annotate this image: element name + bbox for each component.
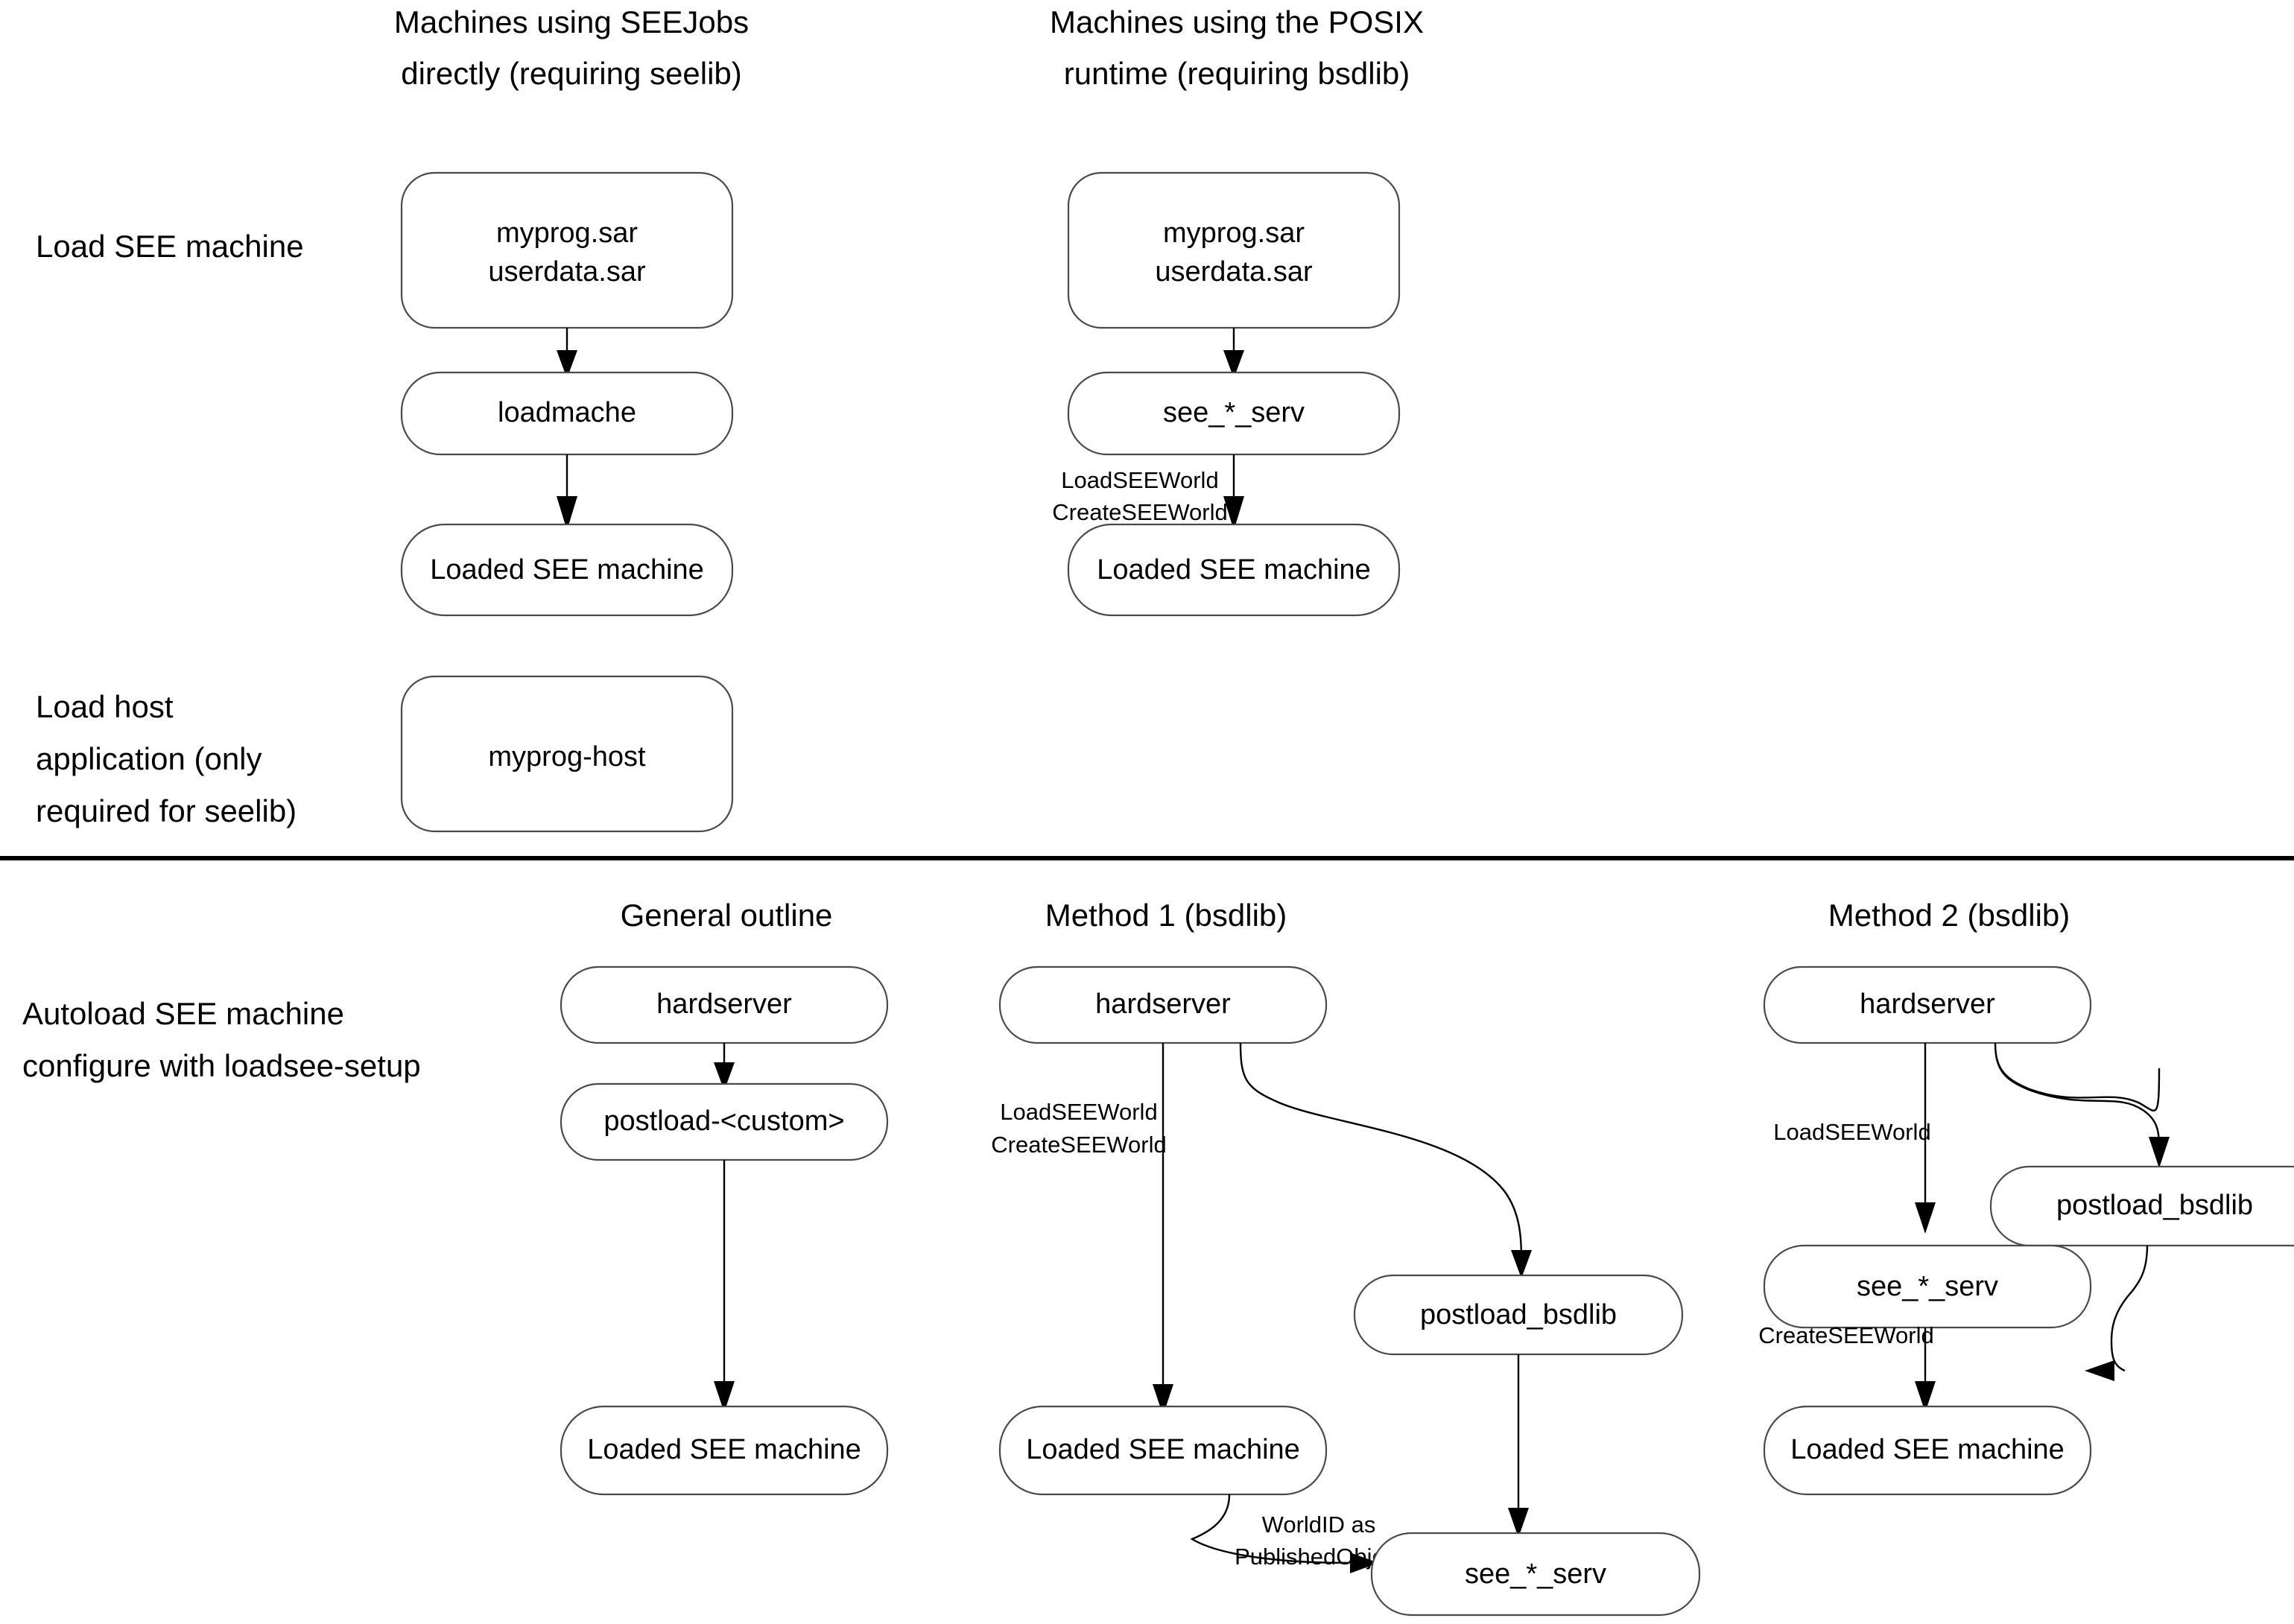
arrowhead-icon [1915,1202,1936,1234]
row-label-autoload-see-machine: Autoload SEE machine configure with load… [22,996,421,1083]
row-label-load-host-line-3: required for seelib) [36,793,297,828]
edge-label-m2-createseeworld: CreateSEEWorld [1758,1322,1933,1348]
node-posix-see-serv: see_*_serv [1067,371,1401,456]
row-label-load-host-line-2: application (only [36,741,262,776]
node-m2-see-serv-label: see_*_serv [1857,1271,1998,1302]
column-header-method-2: Method 2 (bsdlib) [1828,898,2070,933]
node-seejobs-sar: myprog.sar userdata.sar [400,171,734,329]
column-header-seejobs: Machines using SEEJobs directly (requiri… [394,4,749,91]
edge-label-posix-load-line-2: CreateSEEWorld [1052,499,1227,525]
column-header-general-outline: General outline [621,898,833,933]
node-general-loaded-label: Loaded SEE machine [587,1434,861,1465]
node-m2-postload-bsdlib: postload_bsdlib [1989,1165,2294,1247]
node-seejobs-loadmache-label: loadmache [498,397,636,428]
node-general-loaded: Loaded SEE machine [560,1405,889,1496]
row-label-autoload-line-1: Autoload SEE machine [22,996,344,1031]
node-m1-hardserver: hardserver [998,965,1328,1044]
node-seejobs-sar-line-2: userdata.sar [488,256,646,288]
node-posix-sar-shape [1067,171,1401,329]
diagram-canvas: Machines using SEEJobs directly (requiri… [0,0,2294,1624]
row-label-autoload-line-2: configure with loadsee-setup [22,1048,421,1083]
column-header-method-1: Method 1 (bsdlib) [1045,898,1287,933]
edge-label-m1-worldid-line-1: WorldID as [1262,1512,1376,1538]
node-m2-hardserver-label: hardserver [1860,989,1995,1020]
node-seejobs-myprog-host-label: myprog-host [488,741,646,773]
node-posix-sar: myprog.sar userdata.sar [1067,171,1401,329]
row-label-load-host-application: Load host application (only required for… [36,689,297,828]
row-label-load-host-line-1: Load host [36,689,174,724]
node-posix-loaded: Loaded SEE machine [1067,523,1401,617]
node-seejobs-myprog-host: myprog-host [400,675,734,833]
column-header-seejobs-line-1: Machines using SEEJobs [394,4,749,39]
edge-m1-hardserver-to-postload [1239,1042,1532,1278]
node-seejobs-loaded-label: Loaded SEE machine [430,554,704,586]
edge-loadmache-to-loaded [557,454,577,530]
column-header-posix-line-1: Machines using the POSIX [1050,4,1424,39]
arrowhead-icon [1511,1250,1532,1278]
column-header-posix: Machines using the POSIX runtime (requir… [1050,4,1424,91]
arrowhead-icon [2149,1137,2170,1168]
edge-label-m2-loadseeworld: LoadSEEWorld [1773,1119,1930,1145]
edge-seejobs-sar-to-loadmache [557,328,577,378]
node-m1-postload-bsdlib: postload_bsdlib [1353,1274,1684,1356]
node-m1-see-serv-label: see_*_serv [1465,1558,1606,1590]
edge-posix-see-serv-to-loaded: LoadSEEWorld CreateSEEWorld [1052,454,1244,530]
node-seejobs-loadmache: loadmache [400,371,734,456]
node-posix-see-serv-label: see_*_serv [1163,397,1305,428]
node-posix-loaded-label: Loaded SEE machine [1097,554,1371,586]
node-m2-see-serv: see_*_serv [1763,1244,2092,1329]
node-m2-hardserver: hardserver [1763,965,2092,1044]
column-header-posix-line-2: runtime (requiring bsdlib) [1064,56,1410,91]
edge-line [1239,1042,1523,1260]
edge-m1-postload-to-see-serv [1508,1354,1529,1538]
node-m1-see-serv: see_*_serv [1370,1532,1701,1617]
edge-m2-see-serv-to-loaded: CreateSEEWorld [1758,1322,1936,1412]
edge-m1-loaded-to-see-serv: WorldID as PublishedObject [1190,1494,1403,1573]
node-m1-loaded: Loaded SEE machine [998,1405,1328,1496]
node-seejobs-sar-shape [400,171,734,329]
node-m1-hardserver-label: hardserver [1095,989,1231,1020]
node-m2-loaded: Loaded SEE machine [1763,1405,2092,1496]
node-m2-postload-bsdlib-label: postload_bsdlib [2056,1190,2253,1221]
edge-m2-hardserver-to-postload [1994,1042,2170,1168]
edge-m1-hardserver-to-loaded: LoadSEEWorld CreateSEEWorld [991,1043,1173,1415]
node-seejobs-loaded: Loaded SEE machine [400,523,734,617]
edge-label-m1-load-line-1: LoadSEEWorld [1000,1099,1157,1125]
edge-general-postload-to-loaded [714,1160,735,1412]
edge-line [2110,1245,2149,1372]
column-header-seejobs-line-2: directly (requiring seelib) [401,56,742,91]
node-general-postload-custom: postload-<custom> [560,1082,889,1161]
node-general-postload-custom-label: postload-<custom> [603,1106,844,1137]
row-label-load-see-machine: Load SEE machine [36,229,304,264]
node-general-hardserver: hardserver [560,965,889,1044]
node-seejobs-sar-line-1: myprog.sar [496,218,638,249]
edge-label-posix-load-line-1: LoadSEEWorld [1061,467,1218,493]
edge-m2-postload-to-see-serv [2085,1245,2149,1381]
node-posix-sar-line-2: userdata.sar [1155,256,1313,288]
node-m2-loaded-label: Loaded SEE machine [1790,1434,2065,1465]
row-label-load-see-machine-line-1: Load SEE machine [36,229,304,264]
node-general-hardserver-label: hardserver [656,989,792,1020]
edge-posix-sar-to-see-serv [1223,328,1244,378]
edge-line [1994,1042,2161,1146]
see-machine-loading-diagram: Machines using SEEJobs directly (requiri… [0,4,2294,1617]
arrowhead-icon [2085,1360,2114,1381]
node-m1-postload-bsdlib-label: postload_bsdlib [1420,1299,1617,1330]
edge-label-m1-load-line-2: CreateSEEWorld [991,1132,1166,1158]
edge-m2-hardserver-to-see-serv: LoadSEEWorld [1773,1043,1936,1234]
node-posix-sar-line-1: myprog.sar [1163,218,1305,249]
node-m1-loaded-label: Loaded SEE machine [1026,1434,1300,1465]
